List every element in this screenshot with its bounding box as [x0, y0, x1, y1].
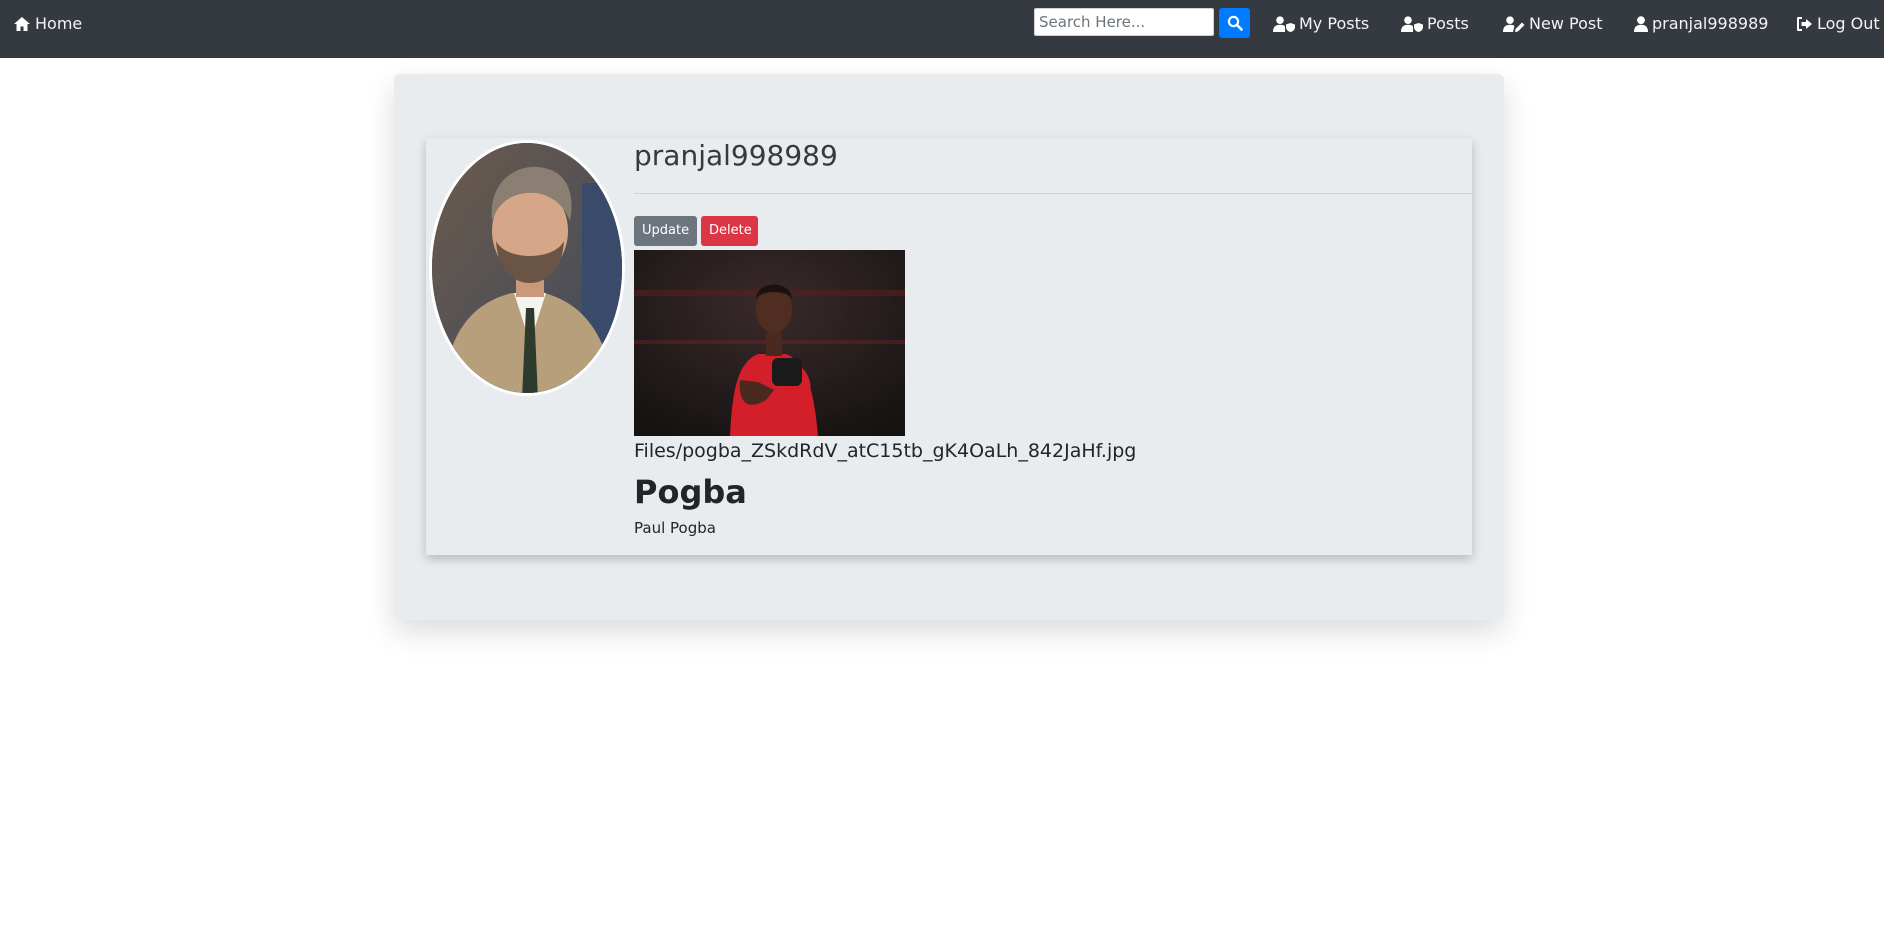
user-edit-icon — [1503, 16, 1525, 32]
nav-logout-label: Log Out — [1817, 14, 1880, 33]
user-icon — [1634, 16, 1648, 32]
search-button[interactable] — [1219, 8, 1250, 38]
profile-avatar — [429, 140, 625, 396]
nav-my-posts-link[interactable]: My Posts — [1273, 12, 1369, 36]
nav-home-link[interactable]: Home — [13, 12, 82, 36]
post-body: Paul Pogba — [634, 519, 716, 537]
post-image — [634, 250, 905, 436]
nav-posts-label: Posts — [1427, 14, 1469, 33]
nav-logout-link[interactable]: Log Out — [1796, 12, 1880, 36]
nav-new-post-label: New Post — [1529, 14, 1603, 33]
nav-user-label: pranjal998989 — [1652, 14, 1769, 33]
content-container: pranjal998989 Update Delete Files/pogba_… — [394, 74, 1504, 620]
nav-home-label: Home — [35, 14, 83, 33]
delete-button[interactable]: Delete — [701, 216, 758, 246]
sign-out-icon — [1797, 17, 1812, 31]
divider — [634, 193, 1472, 194]
nav-user-link[interactable]: pranjal998989 — [1634, 12, 1768, 36]
post-image-graphic — [634, 250, 905, 436]
avatar-image — [432, 143, 622, 393]
profile-username: pranjal998989 — [634, 139, 838, 172]
search-input[interactable] — [1034, 8, 1214, 36]
nav-posts-link[interactable]: Posts — [1401, 12, 1469, 36]
top-navbar: Home My Posts Posts New Post — [0, 0, 1884, 58]
user-shield-icon — [1273, 16, 1295, 32]
post-title: Pogba — [634, 473, 747, 511]
user-shield-icon — [1401, 16, 1423, 32]
nav-new-post-link[interactable]: New Post — [1503, 12, 1602, 36]
search-icon — [1227, 15, 1243, 31]
post-card: pranjal998989 Update Delete Files/pogba_… — [426, 138, 1472, 555]
post-file-path: Files/pogba_ZSkdRdV_atC15tb_gK4OaLh_842J… — [634, 440, 1137, 462]
home-icon — [14, 17, 30, 31]
nav-my-posts-label: My Posts — [1299, 14, 1370, 33]
update-button[interactable]: Update — [634, 216, 697, 246]
